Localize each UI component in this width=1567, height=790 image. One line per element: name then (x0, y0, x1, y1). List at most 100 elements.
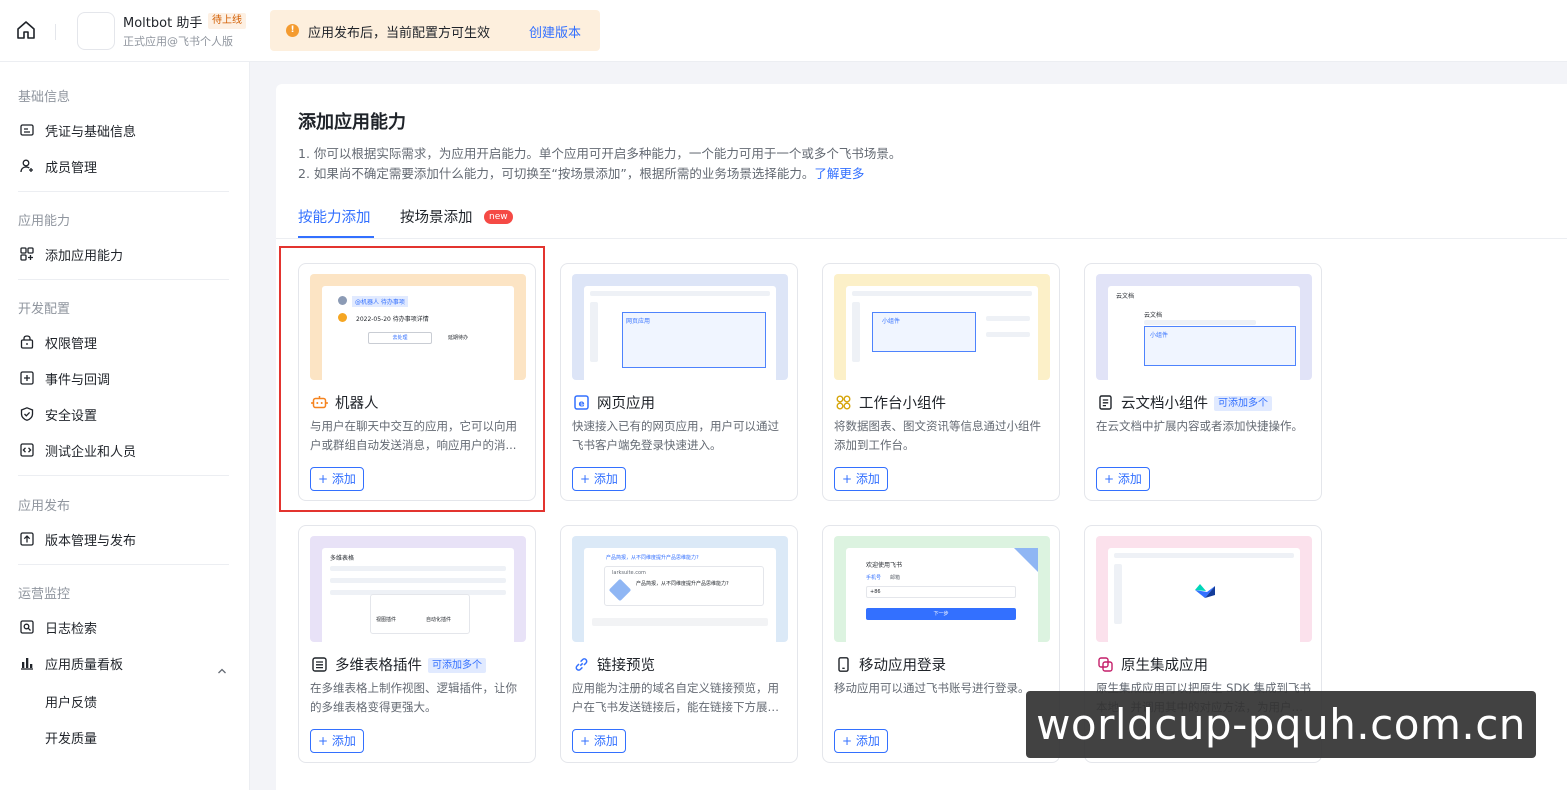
web-app-preview: 网页应用 (572, 274, 788, 380)
sidebar-item-label: 凭证与基础信息 (45, 124, 137, 140)
learn-more-link[interactable]: 了解更多 (814, 166, 864, 181)
card-description: 与用户在聊天中交互的应用，它可以向用户或群组自动发送消息，响应用户的消... (310, 419, 517, 452)
event-icon (18, 369, 36, 387)
user-add-icon (18, 157, 36, 175)
link-icon (573, 656, 590, 673)
bar-chart-icon (18, 654, 36, 672)
sidebar-section-title: 应用能力 (18, 214, 71, 229)
svg-text:e: e (578, 399, 584, 409)
sidebar-item-permissions[interactable]: 权限管理 (18, 330, 97, 354)
add-doc-widget-button[interactable]: + 添加 (1096, 467, 1150, 491)
base-plugin-preview: 多维表格 视图插件 自动化插件 (310, 536, 526, 642)
warning-icon: ! (286, 24, 299, 37)
add-widget-button[interactable]: + 添加 (834, 467, 888, 491)
add-bot-button[interactable]: + 添加 (310, 467, 364, 491)
description-text: 2. 如果尚不确定需要添加什么能力，可切换至“按场景添加”，根据所需的业务场景选… (298, 166, 815, 181)
sidebar-item-versions[interactable]: 版本管理与发布 (18, 527, 136, 551)
description-line: 1. 你可以根据实际需求，为应用开启能力。单个应用可开启多种能力，一个能力可用于… (298, 146, 902, 161)
sidebar-item-test-org[interactable]: 测试企业和人员 (18, 438, 136, 462)
divider (18, 191, 229, 192)
preview-line (1144, 320, 1256, 325)
chevron-up-icon[interactable] (216, 662, 228, 674)
preview-text: 多维表格 (330, 555, 355, 562)
add-link-preview-button[interactable]: + 添加 (572, 729, 626, 753)
add-web-app-button[interactable]: + 添加 (572, 467, 626, 491)
sidebar-item-label: 版本管理与发布 (45, 533, 137, 549)
lark-logo-icon (1192, 578, 1218, 604)
sidebar-subitem-feedback[interactable]: 用户反馈 (45, 692, 97, 711)
preview-window: @机器人 待办事项 2022-05-20 待办事项详情 去处理 延期待办 (322, 286, 514, 380)
new-badge: new (484, 210, 513, 224)
preview-text: 下一步 (866, 608, 1016, 620)
divider (55, 24, 56, 40)
avatar (338, 296, 347, 305)
preview-sidebar (852, 302, 860, 362)
credential-icon (18, 121, 36, 139)
sidebar-item-security[interactable]: 安全设置 (18, 402, 97, 426)
preview-text: 自动化插件 (426, 617, 452, 623)
app-name: Moltbot 助手 (123, 16, 203, 31)
preview-text: 视图插件 (376, 617, 397, 623)
sidebar: 基础信息 凭证与基础信息 成员管理 应用能力 添加应用能力 开发配置 权限管理 … (0, 62, 250, 790)
capability-card-doc-widget: 云文档 云文档 小组件 云文档小组件 可添加多个 在云文档中扩展内容或者添加快捷操… (1084, 263, 1322, 501)
preview-toolbar (590, 291, 770, 296)
preview-text: 去处理 (368, 332, 432, 344)
app-subtitle: 正式应用@飞书个人版 (123, 35, 233, 48)
preview-text: 延期待办 (448, 335, 469, 341)
mobile-login-preview: 欢迎使用飞书 手机号 邮箱 +86 下一步 (834, 536, 1050, 642)
sidebar-subitem-dev-quality[interactable]: 开发质量 (45, 728, 97, 747)
status-badge: 待上线 (208, 13, 246, 29)
preview-text: 小组件 (1150, 332, 1169, 339)
code-icon (18, 441, 36, 459)
preview-text: 网页应用 (626, 318, 651, 325)
card-title: 云文档小组件 可添加多个 (1121, 392, 1272, 413)
preview-text: 云文档 (1116, 293, 1135, 300)
preview-text: 云文档 (1144, 312, 1163, 319)
add-base-plugin-button[interactable]: + 添加 (310, 729, 364, 753)
shield-icon (18, 405, 36, 423)
preview-sidebar (590, 302, 598, 362)
capability-card-workplace-widget: 小组件 工作台小组件 将数据图表、图文资讯等信息通过小组件添加到工作台。 + 添… (822, 263, 1060, 501)
preview-window: 小组件 (846, 286, 1038, 380)
multi-add-badge: 可添加多个 (1214, 396, 1272, 411)
preview-sidebar (1114, 564, 1122, 624)
sidebar-item-logs[interactable]: 日志检索 (18, 615, 97, 639)
description-line: 2. 如果尚不确定需要添加什么能力，可切换至“按场景添加”，根据所需的业务场景选… (298, 163, 864, 182)
preview-window: 产品简报，从不同维度提升产品思维能力? larksuite.com 产品简报，从… (584, 548, 776, 642)
preview-line (330, 566, 506, 571)
home-icon[interactable] (14, 18, 38, 42)
preview-text: +86 (870, 589, 881, 595)
sidebar-item-quality-board[interactable]: 应用质量看板 (18, 651, 123, 675)
sidebar-item-label: 应用质量看板 (45, 657, 124, 673)
card-title: 工作台小组件 (859, 396, 946, 412)
card-description: 移动应用可以通过飞书账号进行登录。 (834, 681, 1030, 695)
preview-toolbar (1114, 553, 1294, 558)
preview-window: 欢迎使用飞书 手机号 邮箱 +86 下一步 (846, 548, 1038, 642)
card-title: 链接预览 (597, 658, 655, 674)
tab-by-capability[interactable]: 按能力添加 (298, 206, 371, 227)
capability-card-link-preview: 产品简报，从不同维度提升产品思维能力? larksuite.com 产品简报，从… (560, 525, 798, 763)
add-mobile-login-button[interactable]: + 添加 (834, 729, 888, 753)
doc-widget-preview: 云文档 云文档 小组件 (1096, 274, 1312, 380)
publish-notice: ! 应用发布后，当前配置方可生效 创建版本 (270, 10, 600, 51)
qr-corner (1014, 548, 1038, 572)
divider (18, 564, 229, 565)
sidebar-item-credentials[interactable]: 凭证与基础信息 (18, 118, 136, 142)
capability-card-web-app: 网页应用 e 网页应用 快速接入已有的网页应用，用户可以通过飞书客户端免登录快速… (560, 263, 798, 501)
sidebar-section-title: 运营监控 (18, 587, 71, 602)
bot-avatar (338, 313, 347, 322)
preview-text: 小组件 (882, 318, 901, 325)
sidebar-item-events[interactable]: 事件与回调 (18, 366, 110, 390)
card-description: 在云文档中扩展内容或者添加快捷操作。 (1096, 419, 1303, 433)
card-title: 网页应用 (597, 396, 655, 412)
tab-by-scenario[interactable]: 按场景添加 (400, 206, 473, 227)
sidebar-item-members[interactable]: 成员管理 (18, 154, 97, 178)
top-bar: Moltbot 助手 待上线 正式应用@飞书个人版 ! 应用发布后，当前配置方可… (0, 0, 1567, 62)
preview-text: 2022-05-20 待办事项详情 (356, 316, 429, 323)
sidebar-item-add-capability[interactable]: 添加应用能力 (18, 242, 123, 266)
card-title: 多维表格插件 可添加多个 (335, 654, 486, 675)
preview-text: 产品简报，从不同维度提升产品思维能力? (636, 581, 729, 587)
create-version-link[interactable]: 创建版本 (529, 22, 581, 41)
plugin-menu (370, 594, 470, 634)
main-panel: 添加应用能力 1. 你可以根据实际需求，为应用开启能力。单个应用可开启多种能力，… (276, 84, 1567, 790)
